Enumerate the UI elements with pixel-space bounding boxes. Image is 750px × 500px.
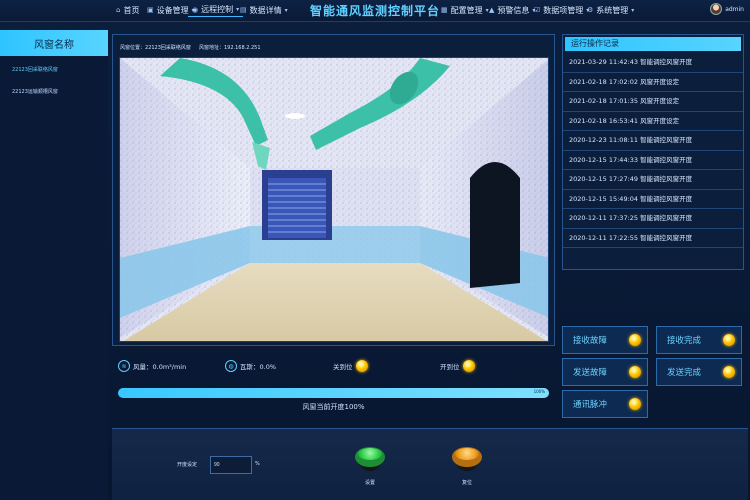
sidebar-item-window-1[interactable]: 22123回采联络风窗 <box>0 56 108 78</box>
reset-button[interactable] <box>452 447 482 473</box>
send-done-indicator: 发送完成 <box>656 358 742 386</box>
opening-progress-fill <box>118 388 549 398</box>
nav-home-label: 首页 <box>123 5 140 15</box>
log-row: 2020-12-15 17:44:33 智能调控风窗开度 <box>563 151 743 170</box>
device-icon: ▣ <box>147 6 154 14</box>
closed-limit-led <box>355 360 368 372</box>
airflow-icon: ≋ <box>118 360 130 372</box>
nav-home[interactable]: ⌂ 首页 <box>112 3 143 17</box>
sidebar-title: 风窗名称 <box>0 30 108 56</box>
top-nav-bar: ⌂ 首页 ▣ 设备管理 ▾ ◉ 远程控制 ▾ ▤ 数据详情 ▾ 智能通风监测控制… <box>0 0 750 22</box>
sidebar-item-window-2[interactable]: 22123运输顺槽风窗 <box>0 78 108 100</box>
operation-log-panel: 运行操作记录 2021-03-29 11:42:43 智能调控风窗开度 2021… <box>562 34 744 270</box>
gas-readout: ◍ 瓦斯：0.0% <box>225 358 276 374</box>
receive-done-led <box>723 334 735 346</box>
log-row: 2020-12-15 17:27:49 智能调控风窗开度 <box>563 170 743 190</box>
setpoint-label: 开度设定 <box>177 462 198 468</box>
address-value: 192.168.2.251 <box>223 45 261 51</box>
log-row: 2020-12-15 15:49:04 智能调控风窗开度 <box>563 190 743 209</box>
comm-pulse-led <box>629 398 641 410</box>
alert-icon: ▲ <box>489 6 495 14</box>
log-row: 2020-12-23 11:08:11 智能调控风窗开度 <box>563 131 743 151</box>
user-menu[interactable]: admin <box>710 3 744 15</box>
closed-limit-label: 关到位 <box>333 363 353 371</box>
gas-icon: ◍ <box>225 360 237 372</box>
closed-limit-indicator: 关到位 <box>333 358 368 374</box>
nav-config-management-label: 配置管理 <box>450 5 483 15</box>
set-button-label: 设置 <box>365 480 376 486</box>
log-row: 2021-03-29 11:42:43 智能调控风窗开度 <box>563 53 743 73</box>
log-row: 2020-12-11 17:37:25 智能调控风窗开度 <box>563 209 743 229</box>
send-done-led <box>723 366 735 378</box>
receive-fault-indicator: 接收故障 <box>562 326 648 354</box>
receive-fault-label: 接收故障 <box>573 336 608 346</box>
open-limit-indicator: 开到位 <box>440 358 475 374</box>
receive-done-indicator: 接收完成 <box>656 326 742 354</box>
address-label: 风窗地址： <box>198 45 224 51</box>
system-icon: ⚙ <box>587 6 594 14</box>
nav-system-management[interactable]: ⚙ 系统管理 ▾ <box>583 3 638 17</box>
send-fault-led <box>629 366 641 378</box>
opening-progress-bar: 100% <box>118 388 549 398</box>
tunnel-viewer: 风窗位置：22123回采联络风窗 风窗地址：192.168.2.251 <box>112 34 555 346</box>
position-field: 风窗位置：22123回采联络风窗 <box>120 44 191 51</box>
app-root: ⌂ 首页 ▣ 设备管理 ▾ ◉ 远程控制 ▾ ▤ 数据详情 ▾ 智能通风监测控制… <box>0 0 750 500</box>
log-row: 2021-02-18 17:02:02 风窗开度设定 <box>563 73 743 92</box>
opening-progress-percent: 100% <box>533 389 545 394</box>
send-fault-label: 发送故障 <box>573 368 608 378</box>
airflow-value: 风量：0.0m³/min <box>133 363 187 371</box>
comm-pulse-label: 通讯脉冲 <box>573 400 608 410</box>
avatar <box>710 3 723 15</box>
send-done-label: 发送完成 <box>667 368 702 378</box>
tunnel-scene[interactable] <box>119 57 549 342</box>
log-row: 2021-02-18 16:53:41 风窗开度设定 <box>563 112 743 131</box>
nav-remote-control[interactable]: ◉ 远程控制 ▾ <box>188 3 244 17</box>
reset-button-label: 复位 <box>462 480 473 486</box>
nav-data-item-management-label: 数据项管理 <box>543 5 584 15</box>
operation-log-title: 运行操作记录 <box>565 37 741 51</box>
log-row: 2020-12-11 17:22:55 智能调控风窗开度 <box>563 229 743 248</box>
tunnel-scene-image <box>120 58 548 341</box>
position-value: 22123回采联络风窗 <box>145 45 191 51</box>
log-row: 2021-02-18 17:01:35 风窗开度设定 <box>563 92 743 112</box>
send-fault-indicator: 发送故障 <box>562 358 648 386</box>
receive-fault-led <box>629 334 641 346</box>
open-limit-label: 开到位 <box>440 363 460 371</box>
comm-pulse-indicator: 通讯脉冲 <box>562 390 648 418</box>
position-label: 风窗位置： <box>120 45 146 51</box>
config-icon: ▦ <box>441 6 448 14</box>
nav-system-management-label: 系统管理 <box>596 5 629 15</box>
nav-device-management-label: 设备管理 <box>156 5 189 15</box>
viewer-info: 风窗位置：22123回采联络风窗 风窗地址：192.168.2.251 <box>120 44 261 51</box>
nav-alert-info-label: 预警信息 <box>497 5 530 15</box>
data-icon: ▤ <box>240 6 247 14</box>
user-name: admin <box>725 5 744 13</box>
home-icon: ⌂ <box>116 6 121 14</box>
data-item-icon: ☑ <box>534 6 541 14</box>
reset-button-top <box>455 448 479 460</box>
setpoint-input[interactable] <box>210 456 252 474</box>
receive-done-label: 接收完成 <box>667 336 702 346</box>
open-limit-led <box>462 360 475 372</box>
airflow-readout: ≋ 风量：0.0m³/min <box>118 358 186 374</box>
set-button[interactable] <box>355 447 385 473</box>
gas-value: 瓦斯：0.0% <box>240 363 277 371</box>
remote-icon: ◉ <box>192 5 199 14</box>
address-field: 风窗地址：192.168.2.251 <box>199 44 261 51</box>
sidebar: 风窗名称 22123回采联络风窗 22123运输顺槽风窗 <box>0 30 108 500</box>
opening-caption: 风窗当前开度100% <box>302 403 365 411</box>
control-panel: 开度设定 % 设置 复位 <box>112 428 748 500</box>
setpoint-unit: % <box>255 461 260 467</box>
chevron-down-icon: ▾ <box>631 6 635 14</box>
nav-remote-control-label: 远程控制 <box>201 5 234 14</box>
sensor-readouts: ≋ 风量：0.0m³/min ◍ 瓦斯：0.0% 关到位 开到位 <box>118 358 558 374</box>
set-button-top <box>358 448 382 460</box>
